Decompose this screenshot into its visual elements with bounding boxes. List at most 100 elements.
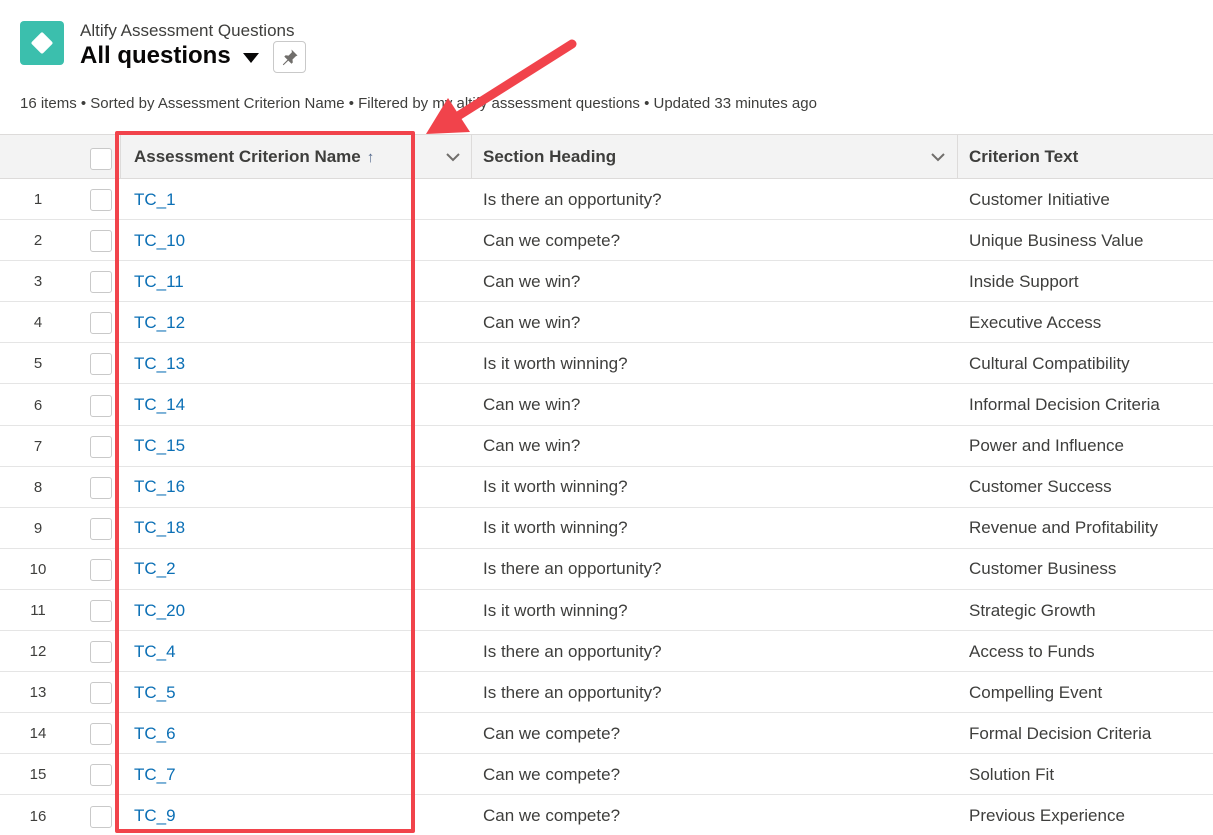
row-select-checkbox[interactable]: [90, 558, 112, 581]
section-heading-cell: Can we compete?: [483, 230, 621, 250]
criterion-text-cell: Strategic Growth: [969, 600, 1096, 620]
assessment-criterion-name-link[interactable]: TC_1: [134, 179, 176, 220]
assessment-criterion-name-link[interactable]: TC_12: [134, 302, 185, 343]
criterion-text-cell: Formal Decision Criteria: [969, 723, 1152, 743]
caret-down-icon: [242, 52, 259, 63]
row-number: 1: [33, 191, 43, 208]
row-number: 12: [29, 643, 47, 661]
row-select-checkbox[interactable]: [90, 353, 112, 376]
assessment-criterion-name-link[interactable]: TC_16: [134, 467, 185, 508]
section-heading-cell: Can we compete?: [483, 806, 621, 825]
row-number: 10: [29, 560, 47, 578]
table-row: 5 TC_13 Is it worth winning? Cultural Compa…: [0, 343, 1213, 385]
row-select-checkbox[interactable]: [90, 682, 112, 705]
criterion-text-cell: Cultural Compatibility: [969, 353, 1130, 373]
table-row: 1 TC_1 Is there an opportunity? Customer In…: [0, 179, 1213, 220]
row-number: 11: [30, 602, 46, 619]
section-heading-cell: Is it worth winning?: [483, 600, 628, 620]
row-select-checkbox[interactable]: [90, 805, 112, 828]
table-row: 7 TC_15 Can we win? Power and Influence: [0, 426, 1213, 467]
section-heading-cell: Is there an opportunity?: [483, 682, 662, 702]
table-row: 8 TC_16 Is it worth winning? Customer Succe…: [0, 467, 1213, 508]
row-number: 14: [29, 725, 47, 743]
row-select-checkbox[interactable]: [90, 271, 112, 294]
assessment-criterion-name-link[interactable]: TC_5: [134, 672, 176, 713]
criterion-text-cell: Solution Fit: [969, 764, 1055, 784]
table-row: 3 TC_11 Can we win? Inside Support: [0, 261, 1213, 303]
row-select-checkbox[interactable]: [90, 641, 112, 664]
row-number: 13: [29, 684, 47, 702]
criterion-text-cell: Previous Experience: [969, 806, 1125, 825]
list-view-selector[interactable]: All questions: [80, 42, 259, 70]
section-heading-cell: Is there an opportunity?: [483, 189, 662, 209]
assessment-criterion-name-link[interactable]: TC_2: [134, 549, 176, 590]
column-header-assessment-criterion-name[interactable]: Assessment Criterion Name ↑: [134, 135, 374, 179]
list-view-title: All questions: [80, 42, 231, 69]
assessment-criterion-name-link[interactable]: TC_20: [134, 590, 185, 631]
row-number: 7: [33, 437, 43, 455]
section-heading-cell: Can we compete?: [483, 764, 621, 784]
row-number: 9: [33, 519, 43, 537]
section-heading-cell: Can we compete?: [483, 723, 621, 743]
assessment-criterion-name-link[interactable]: TC_9: [134, 796, 176, 835]
section-heading-cell: Is it worth winning?: [483, 518, 628, 538]
section-heading-cell: Can we win?: [483, 312, 581, 332]
assessment-criterion-name-link[interactable]: TC_10: [134, 220, 185, 261]
row-select-checkbox[interactable]: [90, 723, 112, 746]
table-row: 12 TC_4 Is there an opportunity? Access to …: [0, 631, 1213, 673]
row-number: 3: [33, 273, 43, 291]
row-select-checkbox[interactable]: [90, 230, 112, 253]
row-number: 6: [33, 396, 43, 414]
section-heading-cell: Can we win?: [483, 436, 581, 456]
criterion-text-cell: Access to Funds: [969, 641, 1095, 661]
table-row: 15 TC_7 Can we compete? Solution Fit: [0, 754, 1213, 796]
object-label: Altify Assessment Questions: [80, 21, 295, 40]
assessment-criterion-name-link[interactable]: TC_6: [134, 713, 176, 754]
row-select-checkbox[interactable]: [90, 435, 112, 458]
assessment-criterion-name-link[interactable]: TC_11: [134, 261, 184, 302]
criterion-text-cell: Informal Decision Criteria: [969, 395, 1160, 414]
criterion-text-cell: Customer Success: [969, 477, 1112, 497]
criterion-text-cell: Executive Access: [969, 312, 1102, 332]
section-heading-cell: Can we win?: [483, 271, 581, 291]
row-select-checkbox[interactable]: [90, 764, 112, 787]
sort-ascending-icon: ↑: [366, 148, 375, 166]
section-heading-cell: Is it worth winning?: [483, 477, 628, 497]
row-select-checkbox[interactable]: [90, 600, 112, 622]
column-header-section-heading[interactable]: Section Heading: [483, 135, 616, 179]
table-row: 11 TC_20 Is it worth winning? Strategic Gro…: [0, 590, 1213, 631]
criterion-text-cell: Customer Business: [969, 559, 1117, 579]
assessment-criterion-name-link[interactable]: TC_14: [134, 385, 185, 426]
criterion-text-cell: Revenue and Profitability: [969, 518, 1159, 538]
criterion-text-cell: Customer Initiative: [969, 189, 1110, 209]
assessment-criterion-name-link[interactable]: TC_7: [134, 754, 176, 795]
app-object-icon: [20, 21, 64, 65]
select-all-checkbox[interactable]: [90, 148, 112, 170]
table-row: 6 TC_14 Can we win? Informal Decision Crite…: [0, 385, 1213, 426]
pin-icon: [282, 49, 298, 66]
column-actions-chevron-icon[interactable]: [445, 150, 461, 164]
criterion-text-cell: Unique Business Value: [969, 230, 1144, 250]
row-select-checkbox[interactable]: [90, 394, 112, 417]
assessment-criterion-name-link[interactable]: TC_4: [134, 631, 176, 672]
list-view-header: Altify Assessment Questions All question…: [0, 0, 1213, 134]
assessment-criterion-name-link[interactable]: TC_15: [134, 426, 185, 467]
column-actions-chevron-icon[interactable]: [930, 150, 946, 164]
row-number: 15: [29, 766, 47, 784]
row-select-checkbox[interactable]: [90, 476, 112, 499]
pin-list-view-button[interactable]: [273, 41, 306, 73]
section-heading-cell: Is there an opportunity?: [483, 559, 662, 579]
criterion-text-cell: Power and Influence: [969, 436, 1124, 456]
row-number: 2: [33, 232, 43, 250]
column-header-criterion-text[interactable]: Criterion Text: [969, 135, 1078, 179]
assessment-criterion-name-link[interactable]: TC_18: [134, 508, 185, 549]
row-select-checkbox[interactable]: [90, 312, 112, 335]
section-heading-cell: Is there an opportunity?: [483, 641, 662, 661]
row-number: 8: [33, 478, 43, 496]
criterion-text-cell: Compelling Event: [969, 682, 1103, 702]
table-row: 10 TC_2 Is there an opportunity? Customer B…: [0, 549, 1213, 590]
row-select-checkbox[interactable]: [90, 517, 112, 540]
assessment-criterion-name-link[interactable]: TC_13: [134, 343, 185, 384]
table-row: 9 TC_18 Is it worth winning? Revenue and Pr…: [0, 508, 1213, 549]
row-select-checkbox[interactable]: [90, 189, 112, 211]
